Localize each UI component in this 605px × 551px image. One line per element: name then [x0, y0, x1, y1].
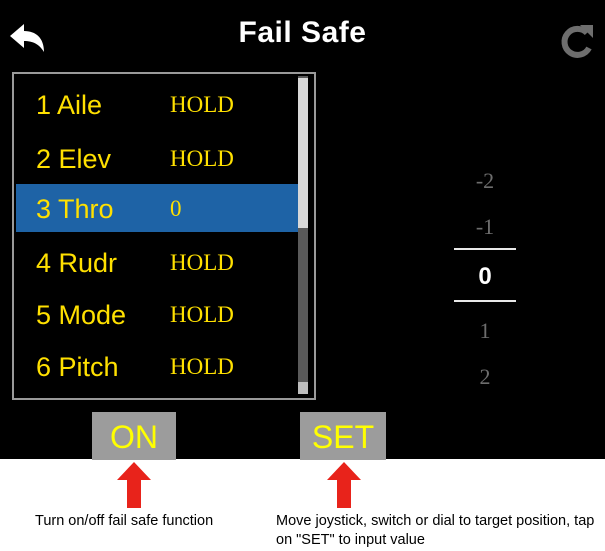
set-button[interactable]: SET: [300, 412, 386, 460]
channel-label: 2 Elev: [36, 144, 112, 174]
refresh-button[interactable]: [556, 22, 596, 62]
channel-label: 5 Mode: [36, 300, 127, 330]
channel-value: HOLD: [170, 250, 234, 275]
scrollbar-end: [298, 382, 308, 394]
channel-value: HOLD: [170, 354, 234, 379]
dial-divider-top: [454, 248, 516, 250]
dial-value-plus-2: 2: [479, 364, 491, 389]
channel-row-4[interactable]: 4 Rudr HOLD: [16, 238, 304, 286]
channel-value: HOLD: [170, 146, 234, 171]
refresh-icon: [561, 25, 593, 58]
dial-current-value: 0: [478, 263, 492, 290]
dial-value-minus-2: -2: [475, 168, 495, 193]
on-button-caption: Turn on/off fail safe function: [35, 513, 214, 529]
channel-row-6[interactable]: 6 Pitch HOLD: [16, 342, 304, 390]
dial-divider-bottom: [454, 300, 516, 302]
channel-row-5[interactable]: 5 Mode HOLD: [16, 290, 304, 338]
channel-row-3-selected[interactable]: 3 Thro 0: [16, 184, 304, 232]
channel-value: HOLD: [170, 92, 234, 117]
on-pointer-arrow-icon: [117, 462, 151, 508]
on-button[interactable]: ON: [92, 412, 176, 460]
channel-list: 1 Aile HOLD 2 Elev HOLD 3 Thro 0 4 Rudr …: [12, 72, 316, 400]
dial-value-minus-1: -1: [475, 214, 495, 239]
channel-label: 1 Aile: [36, 90, 103, 120]
device-screen: Fail Safe 1 Aile HOLD 2 Elev HOLD 3 Thro…: [0, 0, 605, 460]
channel-label: 6 Pitch: [36, 352, 119, 382]
channel-row-1[interactable]: 1 Aile HOLD: [16, 80, 304, 128]
channel-value: 0: [170, 196, 182, 221]
dial-value-plus-1: 1: [479, 318, 491, 343]
channel-label: 3 Thro: [36, 194, 114, 224]
set-pointer-arrow-icon: [327, 462, 361, 508]
set-button-caption: Move joystick, switch or dial to target …: [276, 513, 595, 548]
list-scrollbar[interactable]: [298, 76, 308, 394]
channel-row-2[interactable]: 2 Elev HOLD: [16, 134, 304, 182]
channel-value: HOLD: [170, 302, 234, 327]
scrollbar-thumb[interactable]: [298, 78, 308, 228]
channel-label: 4 Rudr: [36, 248, 118, 278]
page-title: Fail Safe: [238, 16, 367, 49]
